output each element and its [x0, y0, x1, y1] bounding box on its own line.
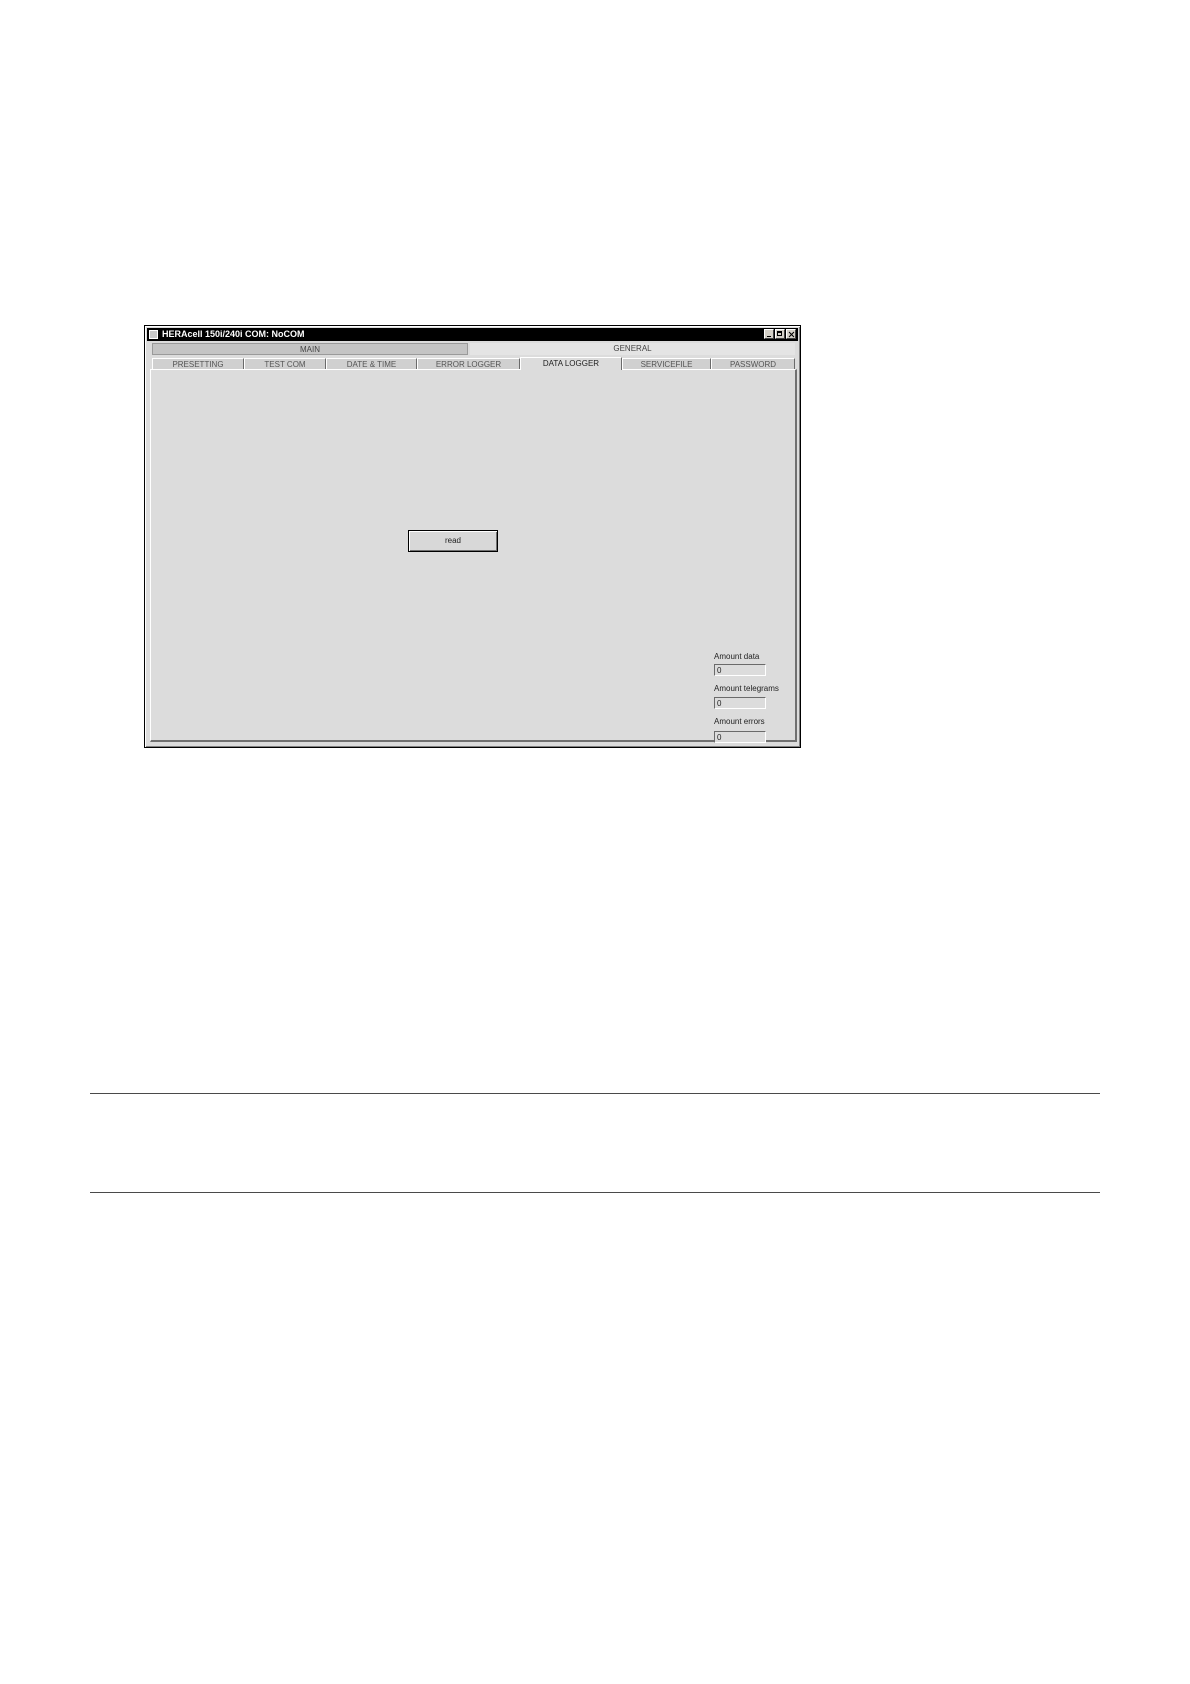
- tab-servicefile[interactable]: SERVICEFILE: [622, 358, 711, 369]
- group-tab-general[interactable]: GENERAL: [470, 343, 795, 355]
- window-controls: [764, 329, 796, 339]
- tab-password[interactable]: PASSWORD: [711, 358, 795, 369]
- tab-data-logger[interactable]: DATA LOGGER: [520, 357, 622, 370]
- divider-line: [90, 1093, 1100, 1094]
- tab-presetting[interactable]: PRESETTING: [152, 358, 244, 369]
- tab-date-time[interactable]: DATE & TIME: [326, 358, 417, 369]
- app-window: HERAcell 150i/240i COM: NoCOM MAIN GENER…: [144, 325, 801, 748]
- window-title: HERAcell 150i/240i COM: NoCOM: [162, 329, 305, 339]
- tab-bar: PRESETTING TEST COM DATE & TIME ERROR LO…: [152, 357, 795, 370]
- group-tab-bar: MAIN GENERAL: [152, 343, 795, 355]
- read-button[interactable]: read: [408, 530, 498, 552]
- tab-test-com[interactable]: TEST COM: [244, 358, 326, 369]
- amount-errors-label: Amount errors: [714, 717, 765, 726]
- amount-telegrams-label: Amount telegrams: [714, 684, 779, 693]
- amount-data-field[interactable]: 0: [714, 664, 766, 676]
- close-icon[interactable]: [786, 329, 796, 339]
- app-icon: [149, 330, 158, 339]
- amount-telegrams-field[interactable]: 0: [714, 697, 766, 709]
- title-bar[interactable]: HERAcell 150i/240i COM: NoCOM: [147, 328, 798, 341]
- data-logger-panel: read Amount data 0 Amount telegrams 0 Am…: [150, 369, 797, 743]
- tab-error-logger[interactable]: ERROR LOGGER: [417, 358, 520, 369]
- amount-data-label: Amount data: [714, 652, 760, 661]
- divider-line: [90, 1192, 1100, 1193]
- amount-errors-field[interactable]: 0: [714, 731, 766, 743]
- minimize-icon[interactable]: [764, 329, 774, 339]
- maximize-icon[interactable]: [775, 329, 785, 339]
- group-tab-main[interactable]: MAIN: [152, 343, 468, 355]
